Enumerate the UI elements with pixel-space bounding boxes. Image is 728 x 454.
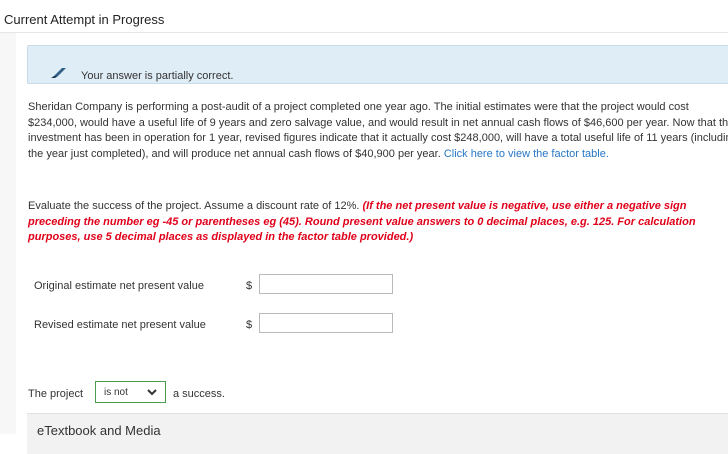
page-header-title: Current Attempt in Progress (4, 12, 165, 27)
success-select[interactable]: is not (95, 381, 166, 403)
instructions-text: Evaluate the success of the project. Ass… (28, 200, 360, 212)
etextbook-media-label: eTextbook and Media (37, 423, 161, 438)
currency-symbol: $ (246, 319, 253, 331)
original-npv-input[interactable] (259, 274, 393, 294)
chevron-down-icon (147, 389, 157, 396)
revised-npv-label: Revised estimate net present value (34, 319, 206, 331)
problem-text: Sheridan Company is performing a post-au… (28, 101, 728, 160)
factor-table-link[interactable]: Click here to view the factor table. (444, 148, 609, 160)
pencil-icon (51, 68, 66, 78)
left-rail (0, 33, 16, 434)
status-text: Your answer is partially correct. (81, 70, 234, 82)
original-npv-label: Original estimate net present value (34, 280, 204, 292)
currency-symbol: $ (246, 280, 253, 292)
conclusion-suffix: a success. (173, 388, 225, 400)
problem-statement: Sheridan Company is performing a post-au… (28, 100, 728, 162)
conclusion-prefix: The project (28, 388, 84, 400)
status-banner: Your answer is partially correct. (27, 45, 728, 84)
revised-npv-input[interactable] (259, 313, 393, 333)
question-content: Your answer is partially correct. Sherid… (16, 33, 728, 454)
instructions: Evaluate the success of the project. Ass… (28, 199, 728, 246)
success-select-value: is not (104, 387, 128, 398)
